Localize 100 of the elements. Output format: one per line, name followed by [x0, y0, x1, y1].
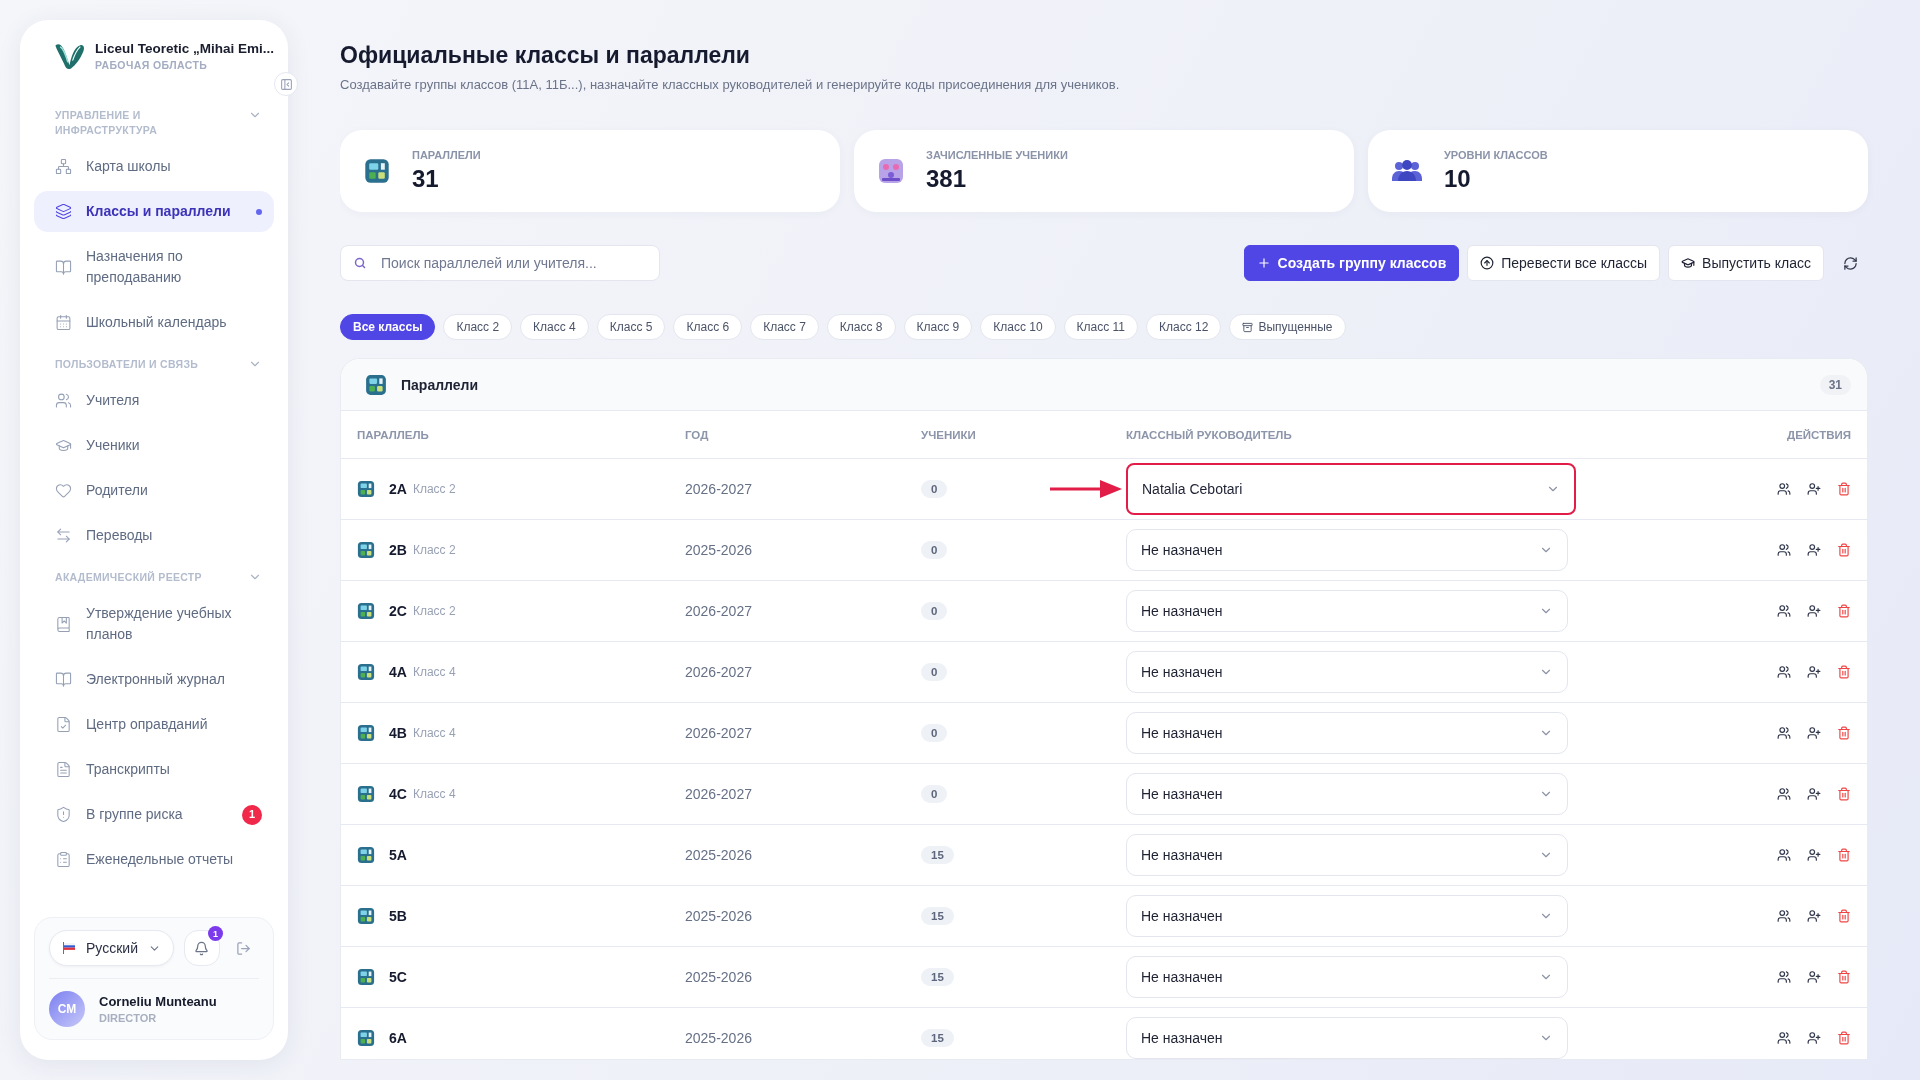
teacher-select[interactable]: Не назначен	[1126, 956, 1568, 998]
teacher-select[interactable]: Не назначен	[1126, 529, 1568, 571]
filter-chip[interactable]: Класс 12	[1146, 314, 1222, 340]
nav-icon	[55, 716, 72, 733]
delete-icon[interactable]	[1837, 909, 1851, 923]
nav-item[interactable]: Утверждение учебных планов	[34, 593, 274, 655]
delete-icon[interactable]	[1837, 848, 1851, 862]
grade-label: Класс 4	[412, 665, 456, 679]
add-user-icon[interactable]	[1807, 1031, 1821, 1045]
section-title: ПОЛЬЗОВАТЕЛИ И СВЯЗЬ	[55, 357, 200, 372]
nav-item[interactable]: Электронный журнал	[34, 659, 274, 700]
class-name: 2A	[389, 481, 407, 497]
teacher-select[interactable]: Не назначен	[1126, 834, 1568, 876]
delete-icon[interactable]	[1837, 543, 1851, 557]
delete-icon[interactable]	[1837, 482, 1851, 496]
stat-label: ПАРАЛЛЕЛИ	[412, 149, 481, 161]
students-icon[interactable]	[1777, 543, 1791, 557]
stat-value: 31	[412, 165, 440, 193]
add-user-icon[interactable]	[1807, 604, 1821, 618]
nav-item[interactable]: Переводы	[34, 515, 274, 556]
teacher-select[interactable]: Не назначен	[1126, 712, 1568, 754]
student-count: 0	[921, 663, 948, 681]
delete-icon[interactable]	[1837, 604, 1851, 618]
add-user-icon[interactable]	[1807, 787, 1821, 801]
add-user-icon[interactable]	[1807, 665, 1821, 679]
nav-item[interactable]: Центр оправданий	[34, 704, 274, 745]
nav-icon	[55, 158, 72, 175]
filter-chip[interactable]: Класс 10	[980, 314, 1056, 340]
table-title: Параллели	[401, 376, 480, 393]
delete-icon[interactable]	[1837, 726, 1851, 740]
student-count: 0	[921, 541, 948, 559]
filter-chip[interactable]: Класс 9	[903, 314, 973, 340]
search-field[interactable]: Поиск параллелей или учителя...	[340, 245, 660, 281]
delete-icon[interactable]	[1837, 665, 1851, 679]
add-user-icon[interactable]	[1807, 543, 1821, 557]
add-user-icon[interactable]	[1807, 726, 1821, 740]
filter-chip[interactable]: Класс 11	[1063, 314, 1139, 340]
students-icon[interactable]	[1777, 1031, 1791, 1045]
filter-chip[interactable]: Класс 8	[826, 314, 896, 340]
filter-chip[interactable]: Класс 7	[750, 314, 819, 340]
class-name: 4B	[389, 725, 407, 741]
teacher-select[interactable]: Не назначен	[1126, 651, 1568, 693]
nav-item[interactable]: Классы и параллели	[34, 191, 274, 232]
pointer-arrow	[1050, 479, 1122, 499]
nav-item[interactable]: Еженедельные отчеты	[34, 839, 274, 880]
action-button[interactable]: Выпустить класс	[1668, 245, 1824, 281]
students-icon[interactable]	[1777, 665, 1791, 679]
nav-icon	[55, 527, 72, 544]
filter-chip[interactable]: Класс 4	[520, 314, 589, 340]
students-icon[interactable]	[1777, 604, 1791, 618]
filter-chip[interactable]: Класс 2	[443, 314, 513, 340]
language-selector[interactable]: Русский	[49, 930, 174, 966]
nav-item[interactable]: Ученики	[34, 425, 274, 466]
delete-icon[interactable]	[1837, 970, 1851, 984]
class-icon	[357, 724, 375, 742]
teacher-select[interactable]: Не назначен	[1126, 590, 1568, 632]
action-button[interactable]: Перевести все классы	[1467, 245, 1661, 281]
students-icon[interactable]	[1777, 787, 1791, 801]
students-icon[interactable]	[1777, 482, 1791, 496]
column-header: ДЕЙСТВИЯ	[1786, 428, 1851, 441]
page-subtitle: Создавайте группы классов (11А, 11Б...), назначайте классных руководителей и генерируйте коды присоединения для учеников.	[340, 77, 1121, 92]
teacher-select[interactable]: Не назначен	[1126, 1017, 1568, 1059]
nav-icon	[55, 615, 72, 633]
nav-item[interactable]: Школьный календарь	[34, 302, 274, 343]
row-count: 31	[1819, 374, 1851, 395]
bell-icon	[194, 940, 210, 956]
teacher-select[interactable]: Natalia Cebotari	[1126, 463, 1576, 515]
filter-chip[interactable]: Класс 6	[673, 314, 743, 340]
add-user-icon[interactable]	[1807, 909, 1821, 923]
filter-chip[interactable]: Все классы	[340, 314, 436, 340]
students-icon[interactable]	[1777, 848, 1791, 862]
filter-chip[interactable]: Выпущенные	[1229, 314, 1346, 340]
class-icon	[364, 158, 390, 184]
add-user-icon[interactable]	[1807, 482, 1821, 496]
student-count: 15	[921, 846, 954, 864]
delete-icon[interactable]	[1837, 1031, 1851, 1045]
nav-item[interactable]: В группе риска 1	[34, 794, 274, 835]
add-user-icon[interactable]	[1807, 848, 1821, 862]
nav-item[interactable]: Родители	[34, 470, 274, 511]
notification-count: 1	[207, 926, 223, 941]
nav-item[interactable]: Карта школы	[34, 146, 274, 187]
plus-icon	[1256, 256, 1271, 270]
school-name: Liceul Teoretic „Mihai Emi...	[94, 41, 274, 56]
students-icon[interactable]	[1777, 909, 1791, 923]
nav-item[interactable]: Назначения по преподаванию	[34, 236, 274, 298]
year-cell-text: 2025-2026	[685, 969, 753, 985]
students-icon[interactable]	[1777, 970, 1791, 984]
class-icon	[357, 968, 375, 986]
add-user-icon[interactable]	[1807, 970, 1821, 984]
filter-chip[interactable]: Класс 5	[596, 314, 666, 340]
students-icon[interactable]	[1777, 726, 1791, 740]
action-button[interactable]: Создать группу классов	[1243, 245, 1460, 281]
column-header: ПАРАЛЛЕЛЬ	[357, 428, 430, 441]
teacher-select[interactable]: Не назначен	[1126, 773, 1568, 815]
nav-item[interactable]: Транскрипты	[34, 749, 274, 790]
class-icon	[357, 602, 375, 620]
nav-item[interactable]: Учителя	[34, 380, 274, 421]
teacher-select[interactable]: Не назначен	[1126, 895, 1568, 937]
grade-label: Класс 2	[412, 543, 456, 557]
delete-icon[interactable]	[1837, 787, 1851, 801]
